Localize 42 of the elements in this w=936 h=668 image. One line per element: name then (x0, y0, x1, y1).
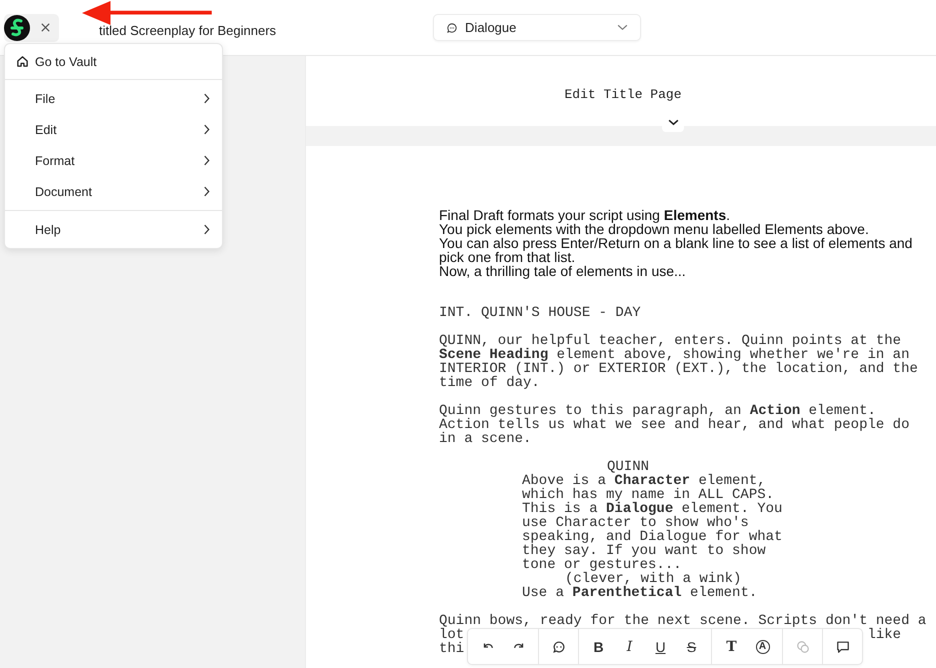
chevron-right-icon (203, 186, 210, 197)
chevron-down-icon (617, 24, 628, 31)
speech-bubble-icon (552, 640, 566, 654)
action-text: thi (439, 642, 464, 656)
comments-icon (796, 640, 810, 654)
menu-item[interactable]: Format (5, 145, 222, 176)
circled-button[interactable]: A (747, 632, 778, 660)
menu-item[interactable]: Edit (5, 114, 222, 145)
bold-button[interactable]: B (583, 632, 614, 660)
underline-button[interactable]: U (645, 632, 676, 660)
logo-icon[interactable] (4, 14, 30, 40)
menu-item[interactable]: File (5, 83, 222, 114)
chevron-right-icon (203, 124, 210, 135)
action-text: lot (439, 628, 464, 642)
chevron-right-icon (203, 224, 210, 235)
comment-icon (836, 640, 850, 654)
text-button[interactable]: T (716, 632, 747, 660)
app-switcher[interactable] (4, 14, 59, 42)
menu-item[interactable]: Go to Vault (5, 46, 222, 77)
character-text: QUINN (607, 460, 650, 474)
chevron-down-icon (668, 118, 678, 126)
scene-heading-text: INT. QUINN'S HOUSE - DAY (439, 306, 641, 320)
close-icon[interactable] (40, 22, 51, 33)
action-text: Quinn gestures to this paragraph, an Action element. Action tells us what we see and hear, and what people do in a scene. (439, 404, 910, 446)
element-dropdown[interactable]: Dialogue (433, 14, 642, 41)
chevron-right-icon (203, 93, 210, 104)
intro-paragraph: Final Draft formats your script using Elements. You pick elements with the dropdown menu labelled Elements above. You can also press Enter/Return on a blank line to see a list of elements and pick one from that list. Now, a thrilling tale of elements in use... (439, 208, 914, 278)
italic-button[interactable]: I (614, 632, 645, 660)
dialogue-text: Use a Parenthetical element. (522, 586, 758, 600)
document-title: titled Screenplay for Beginners (99, 23, 276, 38)
parenthetical-text: (clever, with a wink) (565, 572, 742, 586)
menu-item[interactable]: Help (5, 214, 222, 245)
action-text: like (867, 628, 902, 642)
speech-bubble-icon (446, 22, 458, 34)
chevron-right-icon (203, 155, 210, 166)
menu-item[interactable]: Document (5, 176, 222, 207)
strike-button[interactable]: S (676, 632, 707, 660)
action-text: Quinn bows, ready for the next scene. Scripts don't need a (439, 614, 926, 628)
edit-title-page-link[interactable]: Edit Title Page (564, 87, 682, 103)
dialogue-text: Above is a Character element, which has my name in ALL CAPS. This is a Dialogue element. You use Character to show who's speaking, and Dialogue for what they say. If you want to show tone or gestures... (522, 474, 782, 572)
action-text: QUINN, our helpful teacher, enters. Quinn points at the Scene Heading element above, showing whether we're in an INTERIOR (INT.) or EXTERIOR (EXT.), the location, and the time of day. (439, 334, 918, 390)
home-icon (16, 55, 29, 68)
